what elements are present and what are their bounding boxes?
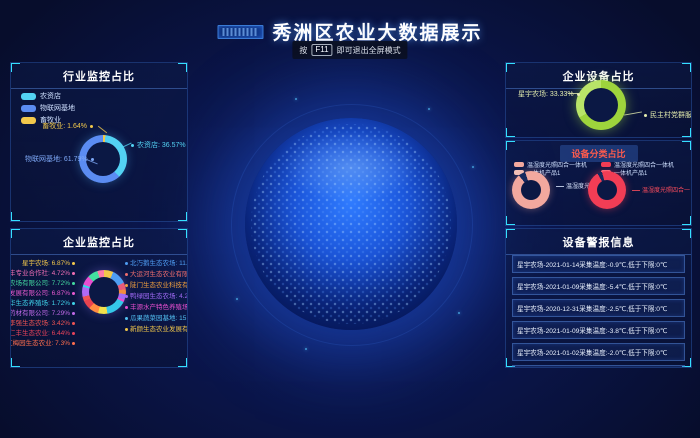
enterprise-donut-chart [82, 270, 126, 314]
callout-store: 农资店: 36.57% [131, 140, 186, 150]
callout-iot: 物联网基地: 61.79% [25, 154, 94, 164]
legend-swatch [21, 105, 36, 112]
particle-dot [236, 298, 238, 300]
alarm-row: 星宇农场-2021-01-09采集温度:-3.8℃,低于下限:0℃ [512, 321, 685, 339]
enterprise-callout: 北汅鹅生态农场: 11.16% [125, 257, 188, 267]
enterprise-callout: 星宇农场: 6.87% [22, 257, 75, 267]
equipment-share-panel: 企业设备占比 星宇农场: 33.33% 民主村党群服务中心 [505, 62, 692, 138]
particle-dot [305, 348, 307, 350]
enterprise-callout: 李强生态农场: 3.42% [10, 317, 75, 327]
particle-dot [458, 312, 460, 314]
enterprise-callout: 鸭绿园生态农场: 4.29% [125, 290, 188, 300]
enterprise-callout: 大运河生态农业有限责任公 [125, 268, 188, 278]
industry-monitor-panel: 行业监控占比 农资店 物联网基地 畜牧业 畜牧业: 1.64% 农资店: 36.… [10, 62, 188, 222]
enterprise-callout: 红梅园生态农业: 7.3% [10, 337, 75, 347]
globe-highlight [283, 131, 419, 203]
leader-line [98, 126, 107, 134]
legend-swatch [601, 162, 611, 167]
alarm-list: 星宇农场-2021-01-14采集温度:-0.9℃,低于下限:0℃ 星宇农场-2… [512, 255, 685, 368]
enterprise-callout: 陡门生态农业科技有限公 [125, 279, 188, 289]
alarm-row: 星宇农场-2020-12-31采集温度:-2.5℃,低于下限:0℃ [512, 299, 685, 317]
particle-dot [428, 108, 430, 110]
enterprise-monitor-panel: 企业监控占比 星宇农场: 6.87% 社服聚丰专业合作社: 4.72% 家庭农场… [10, 228, 188, 368]
corner-decoration [682, 216, 692, 226]
enterprise-callout: 翔升发展有限公司: 6.87% [10, 287, 75, 297]
legend-label: 农资店 [40, 91, 61, 101]
legend-label: 物联网基地 [40, 103, 75, 113]
enterprise-callout: 家庭农场有限公司: 7.72% [10, 277, 75, 287]
particle-dot [295, 98, 297, 100]
enterprise-callout: 中药材有限公司: 7.29% [10, 307, 75, 317]
enterprise-callout: 丰源水产特色养殖场: 1. [125, 301, 188, 311]
corner-decoration [505, 128, 515, 138]
particle-dot [472, 166, 474, 168]
enterprise-callout: 仁丰生态农业: 6.44% [10, 327, 75, 337]
alarm-row: 星宇农场-2021-01-09采集温度:-5.4℃,低于下限:0℃ [512, 277, 685, 295]
leader-line [568, 93, 578, 94]
fullscreen-toast: 按 F11 即可退出全屏模式 [292, 41, 407, 59]
alarm-row: 星宇农场-2021-01-14采集温度:-0.9℃,低于下限:0℃ [512, 255, 685, 273]
enterprise-callout: 瓜果蔬菜园基地: 15.02% [125, 312, 188, 322]
leader-line [624, 111, 642, 115]
device-alarm-panel: 设备警报信息 星宇农场-2021-01-14采集温度:-0.9℃,低于下限:0℃… [505, 228, 692, 368]
corner-decoration [10, 212, 20, 222]
brand-logo [217, 25, 263, 39]
callout-livestock: 畜牧业: 1.64% [29, 121, 93, 131]
legend-item-iot[interactable]: 物联网基地 [21, 103, 75, 113]
legend-item-store[interactable]: 农资店 [21, 91, 61, 101]
classification-callout-right: 温湿度光照四合一 [632, 185, 690, 194]
alarm-row: 星宇农场-2021-01-09采集温度:-0.9℃,低于下限:0℃ [512, 365, 685, 368]
fullscreen-toast-prefix: 按 [299, 45, 307, 56]
classification-donut-left [512, 171, 550, 209]
enterprise-callout: 社服聚丰专业合作社: 4.72% [10, 267, 75, 277]
corner-decoration [682, 128, 692, 138]
fullscreen-toast-suffix: 即可退出全屏模式 [337, 45, 401, 56]
legend-swatch [21, 93, 36, 100]
corner-decoration [178, 212, 188, 222]
legend-swatch [514, 162, 524, 167]
corner-decoration [10, 358, 20, 368]
alarm-row: 星宇农场-2021-01-02采集温度:-2.0℃,低于下限:0℃ [512, 343, 685, 361]
enterprise-callout: 七华生态养殖场: 1.72% [10, 297, 75, 307]
enterprise-panel-title: 企业监控占比 [11, 229, 187, 255]
alarm-panel-title: 设备警报信息 [506, 229, 691, 255]
enterprise-callout: 新颜生态农业发展有限公司: 6.87 [125, 323, 188, 333]
dashboard-screen: 秀洲区农业大数据展示 按 F11 即可退出全屏模式 行业监控占比 农资店 物联网… [0, 0, 700, 438]
f11-key-badge: F11 [311, 44, 332, 56]
corner-decoration [505, 216, 515, 226]
equipment-donut-chart [576, 80, 626, 130]
industry-panel-title: 行业监控占比 [11, 63, 187, 89]
callout-service-center: 民主村党群服务中心 [644, 110, 692, 120]
device-classification-panel: 设备分类占比 温湿度光照四合一体机 一体机产品1 温湿度光照四合一 温湿度光照四… [505, 140, 692, 226]
callout-xingyu-farm: 星宇农场: 33.33% [518, 89, 580, 99]
classification-donut-right [588, 171, 626, 209]
globe-visual [245, 118, 457, 330]
corner-decoration [178, 358, 188, 368]
